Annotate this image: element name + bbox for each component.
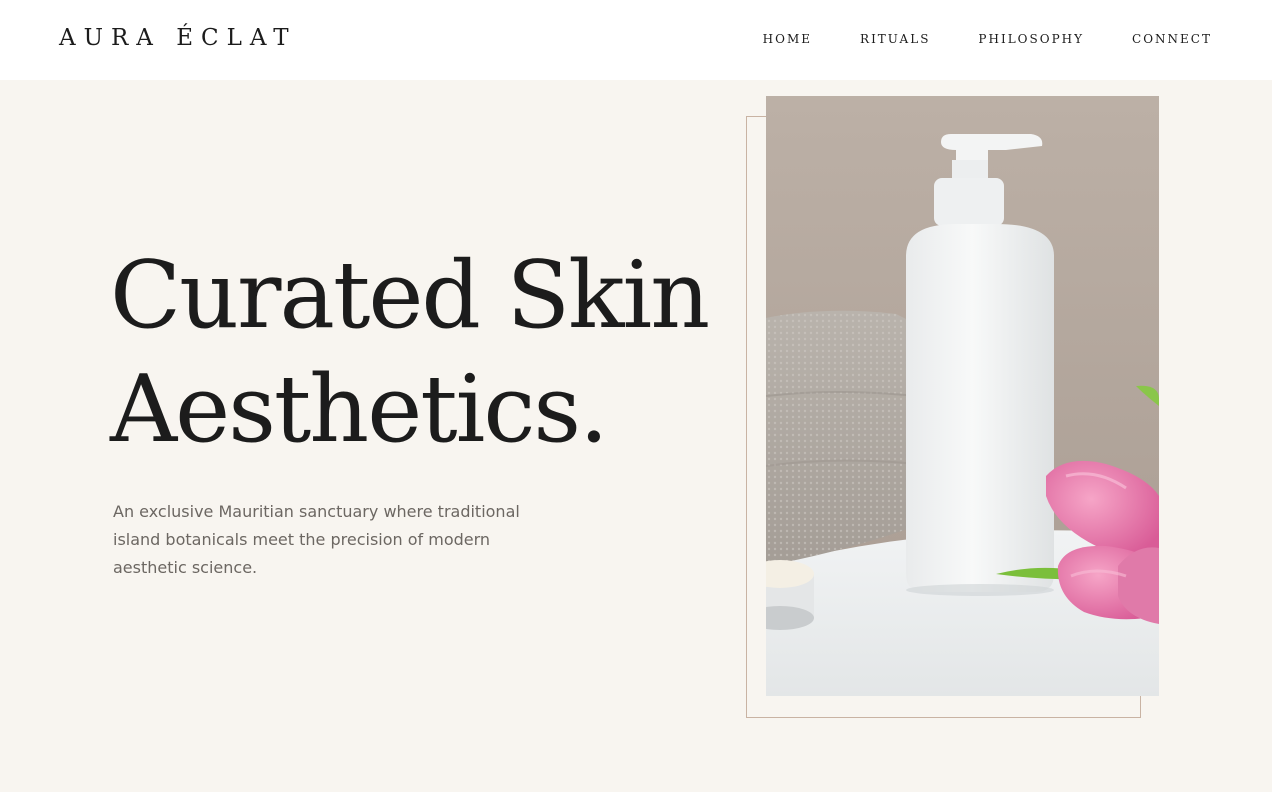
- nav-philosophy-link[interactable]: PHILOSOPHY: [978, 31, 1084, 47]
- nav-home-link[interactable]: HOME: [763, 31, 812, 47]
- hero-product-image: [766, 96, 1159, 696]
- hero-title-line-1: Curated Skin: [110, 241, 710, 349]
- nav-rituals-link[interactable]: RITUALS: [860, 31, 930, 47]
- product-photo-illustration: [766, 96, 1159, 696]
- hero-subtitle: An exclusive Mauritian sanctuary where t…: [113, 502, 520, 577]
- site-header: AURA ÉCLAT HOME RITUALS PHILOSOPHY CONNE…: [0, 0, 1272, 80]
- main-nav: HOME RITUALS PHILOSOPHY CONNECT: [763, 31, 1212, 47]
- hero-title-line-2: Aesthetics.: [110, 355, 609, 463]
- brand-logo[interactable]: AURA ÉCLAT: [59, 24, 297, 52]
- nav-connect-link[interactable]: CONNECT: [1132, 31, 1212, 47]
- hero-title: Curated Skin Aesthetics.: [110, 238, 710, 466]
